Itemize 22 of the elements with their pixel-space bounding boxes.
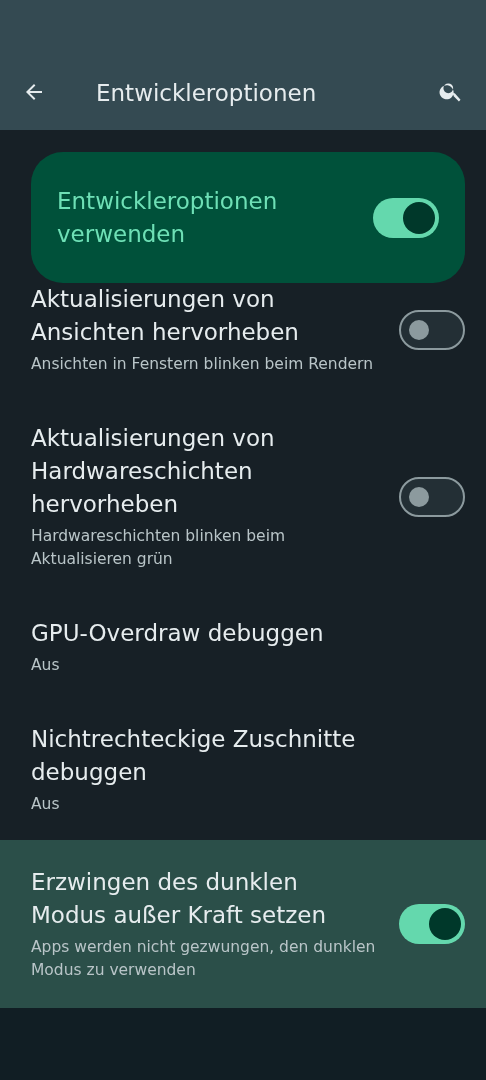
setting-title: Nichtrechteckige Zuschnitte debuggen [31,725,357,787]
toggle-switch[interactable] [399,476,465,517]
master-switch-label: Entwickleroptionen verwenden [57,186,279,249]
setting-row[interactable]: Aktualisierungen von Ansichten hervorheben Ansichten in Fenstern blinken beim Rendern [0,283,486,400]
setting-row[interactable]: Erzwingen des dunklen Modus außer Kraft setzen Apps werden nicht gezwungen, den dunklen Modus zu verwenden [0,840,486,1008]
setting-summary: Ansichten in Fenstern blinken beim Rendern [31,354,374,375]
setting-row[interactable]: Aktualisierungen von Hardwareschichten hervorheben Hardwareschichten blinken beim Aktualisieren grün [0,400,486,595]
master-switch-card[interactable]: Entwickleroptionen verwenden [31,152,465,283]
setting-summary: Aus [31,794,61,815]
setting-title: GPU-Overdraw debuggen [31,619,325,648]
setting-summary: Hardwareschichten blinken beim Aktualisieren grün [31,526,287,570]
toggle-switch[interactable] [373,197,439,238]
setting-title: Aktualisierungen von Hardwareschichten hervorheben [31,424,276,519]
setting-row[interactable]: Nichtrechteckige Zuschnitte debuggen Aus [0,701,486,840]
toggle-switch[interactable] [399,309,465,350]
toggle-switch[interactable] [399,904,465,944]
setting-title: Erzwingen des dunklen Modus außer Kraft setzen [31,868,328,930]
setting-summary: Apps werden nicht gezwungen, den dunklen Modus zu verwenden [31,937,377,981]
setting-row[interactable]: GPU-Overdraw debuggen Aus [0,595,486,701]
setting-summary: Aus [31,655,61,676]
setting-title: Aktualisierungen von Ansichten hervorheben [31,285,300,347]
screen-title: Entwickleroptionen [96,80,318,108]
